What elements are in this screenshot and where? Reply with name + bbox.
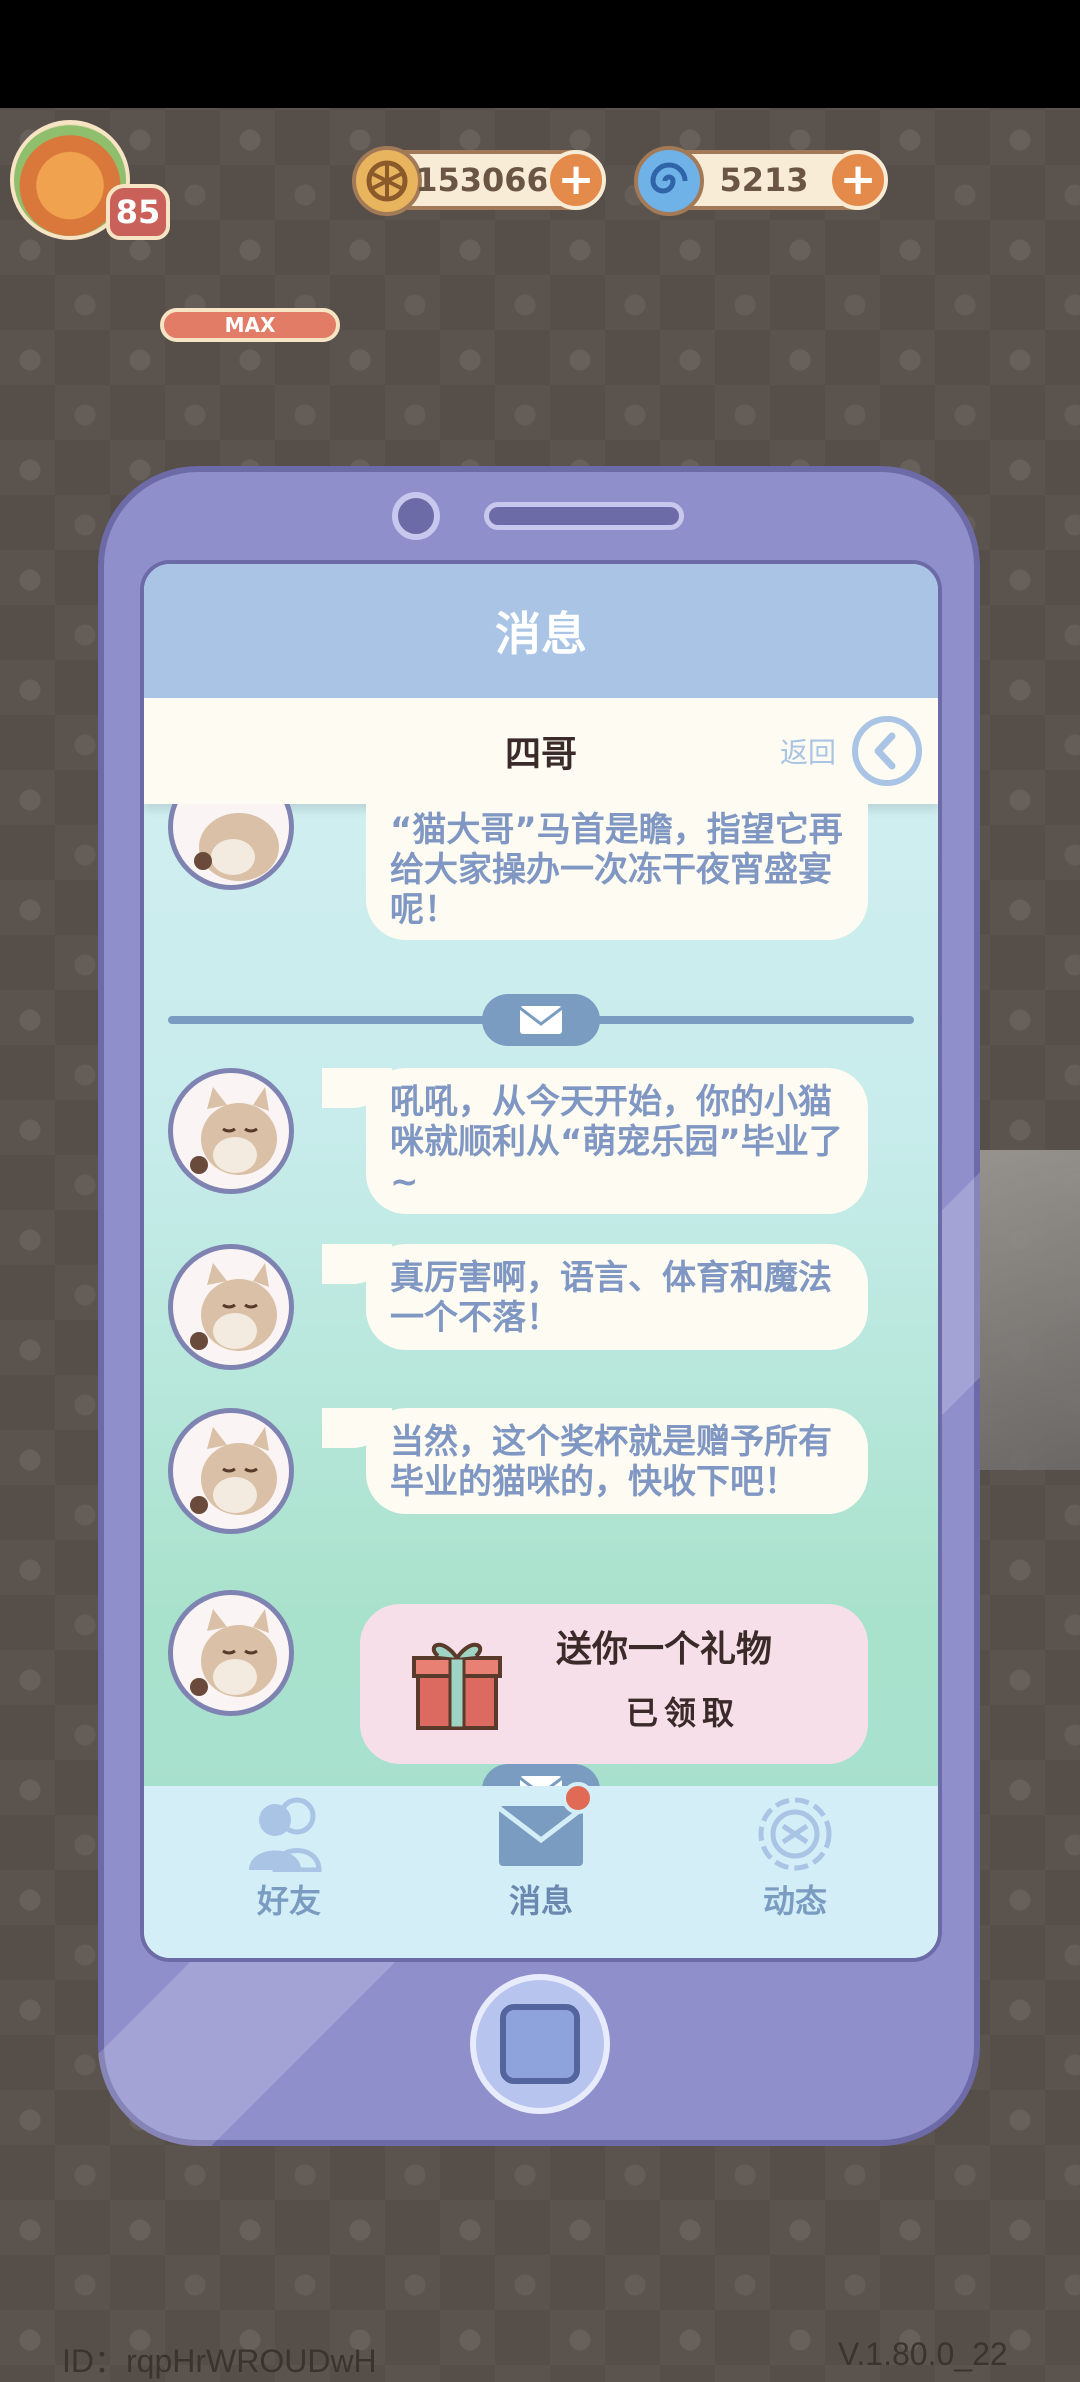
background-decoration <box>980 1150 1080 1470</box>
message-bubble: “猫大哥”马首是瞻，指望它再给大家操办一次冻干夜宵盛宴呢！ <box>366 804 868 940</box>
add-coins-button[interactable]: + <box>546 150 606 210</box>
level-badge: 85 <box>106 184 170 240</box>
phone-screen: 消息 四哥 返回 “猫大哥”马首是瞻，指望它再给大家操办一次冻干夜宵盛宴呢！ 吼… <box>140 560 942 1962</box>
tab-moments[interactable]: 动态 <box>710 1786 880 1936</box>
add-gems-button[interactable]: + <box>828 150 888 210</box>
gift-status: 已领取 <box>626 1694 741 1732</box>
coin-amount: 153066 <box>415 161 549 199</box>
status-bar <box>0 0 1080 108</box>
cat-avatar <box>168 1408 294 1534</box>
gem-amount: 5213 <box>719 161 809 199</box>
phone-camera <box>392 492 440 540</box>
screen-title: 消息 <box>144 564 938 698</box>
gift-title: 送你一个礼物 <box>556 1629 773 1670</box>
cat-avatar <box>168 1244 294 1370</box>
tab-friends-label: 好友 <box>256 1882 321 1920</box>
chat-area[interactable]: “猫大哥”马首是瞻，指望它再给大家操办一次冻干夜宵盛宴呢！ 吼吼，从今天开始，你… <box>144 804 938 1786</box>
tab-moments-label: 动态 <box>762 1882 827 1920</box>
moments-icon <box>745 1796 845 1872</box>
message-bubble: 真厉害啊，语言、体育和魔法一个不落！ <box>366 1244 868 1350</box>
xp-bar: MAX <box>160 308 340 342</box>
notification-dot <box>562 1782 594 1814</box>
player-level-panel[interactable]: 85 MAX <box>10 112 340 342</box>
player-id: ID：rqpHrWROUDwH <box>62 2343 377 2379</box>
tab-messages-label: 消息 <box>508 1882 573 1920</box>
contact-header: 四哥 返回 <box>144 698 938 804</box>
version-label: V.1.80.0_22 <box>838 2336 1008 2372</box>
cat-avatar <box>168 1590 294 1716</box>
envelope-icon <box>482 994 600 1046</box>
phone-speaker <box>484 502 684 530</box>
home-button-icon <box>500 2004 580 2084</box>
back-arrow-icon[interactable] <box>852 716 922 786</box>
cat-avatar <box>168 804 294 890</box>
bottom-tab-bar: 好友 消息 动态 <box>144 1786 938 1958</box>
gem-counter: 5213 + <box>634 146 888 216</box>
tab-friends[interactable]: 好友 <box>204 1786 374 1936</box>
gift-message-card[interactable]: 送你一个礼物 已领取 <box>360 1604 868 1764</box>
swirl-icon <box>634 146 704 216</box>
back-label[interactable]: 返回 <box>780 698 836 804</box>
coin-icon <box>352 146 422 216</box>
cat-avatar <box>168 1068 294 1194</box>
tab-messages[interactable]: 消息 <box>456 1786 626 1936</box>
message-bubble: 当然，这个奖杯就是赠予所有毕业的猫咪的，快收下吧！ <box>366 1408 868 1514</box>
gift-box-icon <box>412 1632 502 1732</box>
message-bubble: 吼吼，从今天开始，你的小猫咪就顺利从“萌宠乐园”毕业了~ <box>366 1068 868 1214</box>
coin-counter: 153066 + <box>352 146 606 216</box>
friends-icon <box>239 1796 339 1873</box>
